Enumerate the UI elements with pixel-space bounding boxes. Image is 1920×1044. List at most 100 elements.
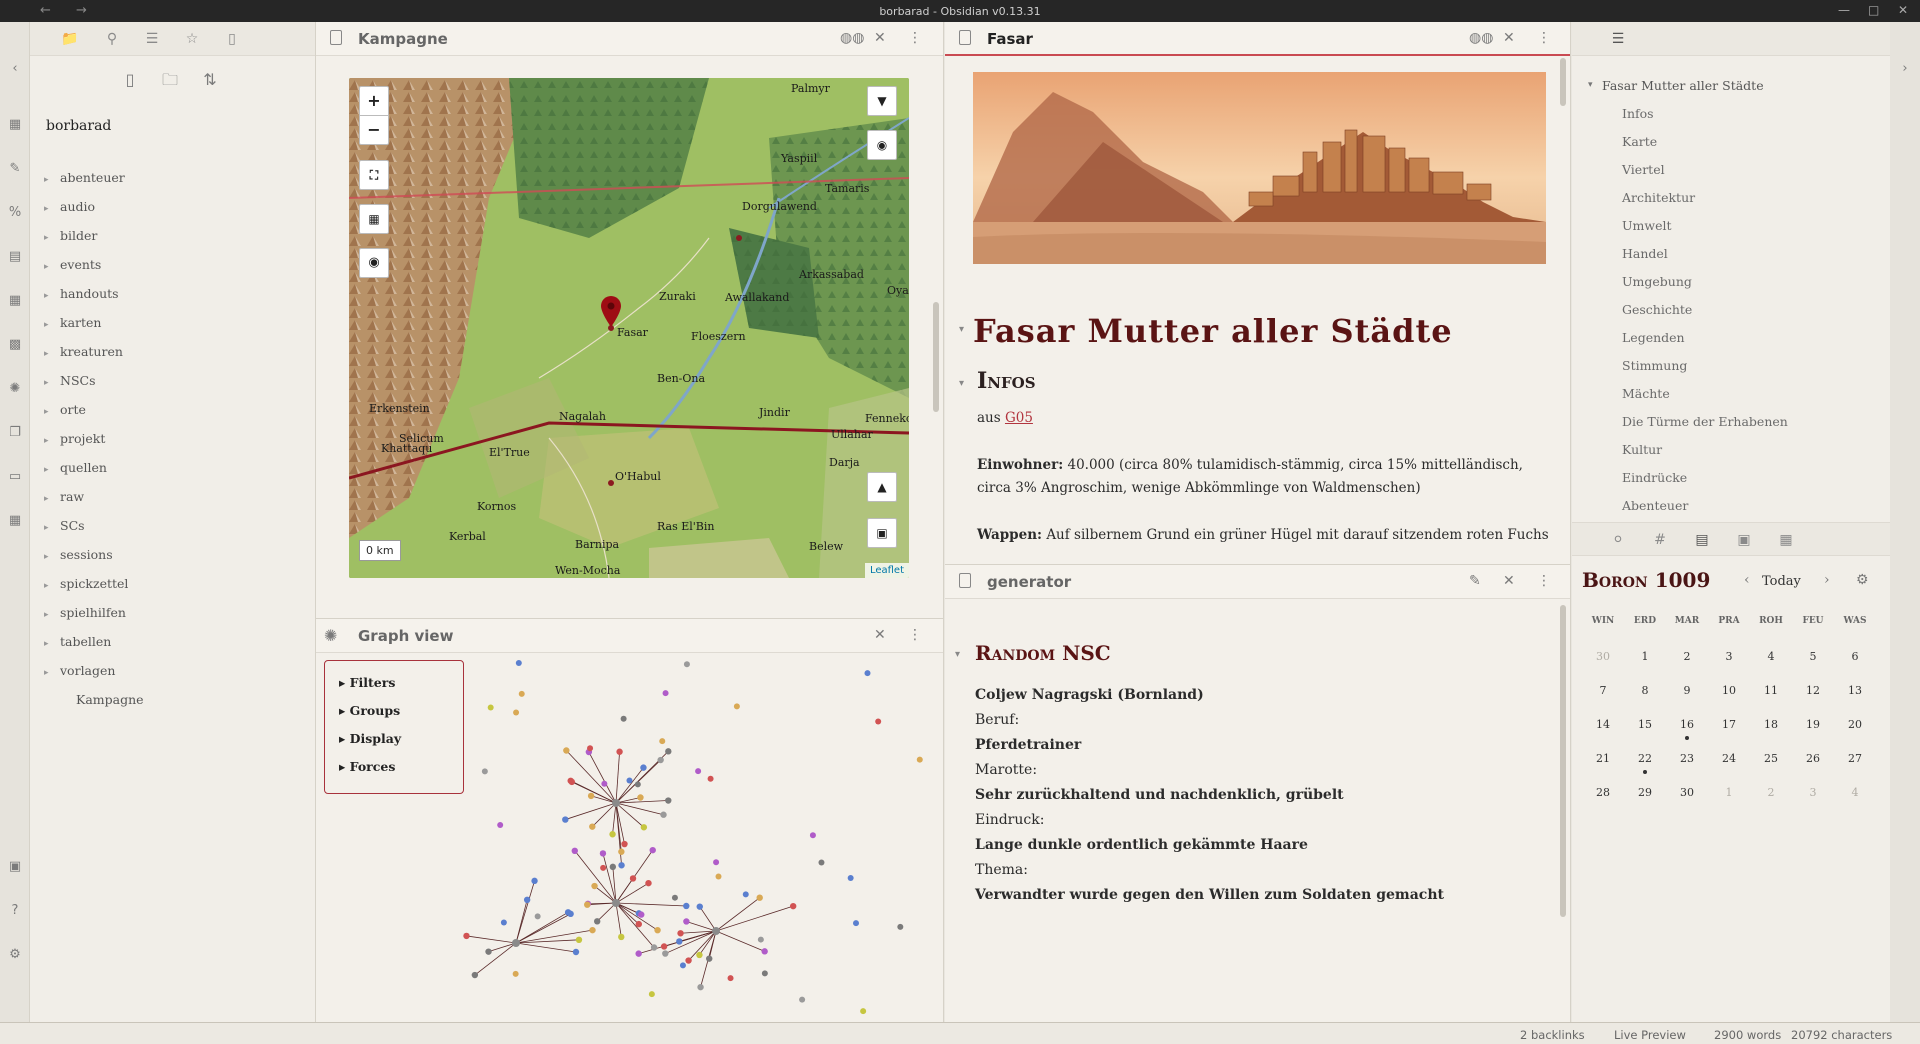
folder-item[interactable]: ▸ kreaturen: [44, 342, 123, 362]
more-options-icon[interactable]: ⋮: [1537, 30, 1551, 46]
outline-item[interactable]: Viertel: [1622, 162, 1665, 177]
calendar-day[interactable]: 13: [1840, 684, 1870, 697]
outline-item[interactable]: Architektur: [1622, 190, 1695, 205]
table-icon[interactable]: ▦: [1776, 530, 1796, 550]
filter-button[interactable]: ▼: [867, 86, 897, 116]
today-button[interactable]: Today: [1762, 574, 1801, 589]
maximize-button[interactable]: □: [1868, 3, 1879, 17]
map-icon[interactable]: ▦: [6, 116, 24, 134]
calendar-day[interactable]: 4: [1756, 650, 1786, 663]
new-note-icon[interactable]: ▯: [118, 68, 142, 92]
leaflet-attribution[interactable]: Leaflet: [864, 563, 909, 578]
folder-icon[interactable]: 📁: [60, 29, 80, 49]
outline-item[interactable]: Eindrücke: [1622, 470, 1687, 485]
filters-toggle[interactable]: ▸ Filters: [339, 675, 395, 690]
display-toggle[interactable]: ▸ Display: [339, 731, 401, 746]
shapes-button[interactable]: ▲: [867, 472, 897, 502]
reading-view-icon[interactable]: ◍◍: [1469, 30, 1493, 46]
locate-button[interactable]: ◉: [359, 248, 389, 278]
template-icon[interactable]: ▩: [6, 336, 24, 354]
collapse-right-icon[interactable]: ›: [1896, 60, 1914, 78]
calendar-day[interactable]: 12: [1798, 684, 1828, 697]
calendar-day[interactable]: 3: [1714, 650, 1744, 663]
scrollbar[interactable]: [1560, 605, 1566, 917]
folder-item[interactable]: ▸ events: [44, 255, 101, 275]
folder-item[interactable]: ▸ bilder: [44, 226, 97, 246]
zoom-out-button[interactable]: −: [359, 115, 389, 145]
more-options-icon[interactable]: ⋮: [1537, 573, 1551, 589]
more-options-icon[interactable]: ⋮: [908, 30, 922, 46]
calendar-day[interactable]: 29: [1630, 786, 1660, 799]
close-window-button[interactable]: ✕: [1898, 3, 1908, 17]
groups-toggle[interactable]: ▸ Groups: [339, 703, 400, 718]
outline-root[interactable]: Fasar Mutter aller Städte: [1602, 78, 1764, 93]
calendar-day[interactable]: 17: [1714, 718, 1744, 731]
calendar-day[interactable]: 8: [1630, 684, 1660, 697]
close-icon[interactable]: ✕: [1503, 30, 1515, 46]
outline-item[interactable]: Geschichte: [1622, 302, 1692, 317]
calendar-day[interactable]: 18: [1756, 718, 1786, 731]
folder-item[interactable]: ▸ abenteuer: [44, 168, 125, 188]
folder-item[interactable]: ▸ audio: [44, 197, 95, 217]
folder-item[interactable]: ▸ spielhilfen: [44, 603, 126, 623]
close-icon[interactable]: ✕: [874, 627, 886, 643]
calendar-day[interactable]: 3: [1798, 786, 1828, 799]
outline-item[interactable]: Umwelt: [1622, 218, 1672, 233]
outline-item[interactable]: Kultur: [1622, 442, 1662, 457]
calendar-day[interactable]: 27: [1840, 752, 1870, 765]
calendar-day[interactable]: 14: [1588, 718, 1618, 731]
calendar-day[interactable]: 1: [1714, 786, 1744, 799]
percent-icon[interactable]: %: [6, 204, 24, 222]
calendar-icon[interactable]: ▤: [1692, 530, 1712, 550]
outline-icon[interactable]: ☰: [1608, 29, 1628, 49]
file-item[interactable]: Kampagne: [76, 690, 144, 710]
outline-item[interactable]: Stimmung: [1622, 358, 1687, 373]
lock-button[interactable]: ◉: [867, 130, 897, 160]
folder-item[interactable]: ▸ SCs: [44, 516, 85, 536]
folder-item[interactable]: ▸ karten: [44, 313, 101, 333]
collapse-left-icon[interactable]: ‹: [6, 60, 24, 78]
backlinks-count[interactable]: 2 backlinks: [1520, 1028, 1585, 1042]
calendar-settings-icon[interactable]: ⚙: [1856, 572, 1869, 588]
outline-item[interactable]: Die Türme der Erhabenen: [1622, 414, 1788, 429]
calendar-day[interactable]: 16: [1672, 718, 1702, 731]
calendar-icon[interactable]: ▤: [6, 248, 24, 266]
calendar-day[interactable]: 30: [1588, 650, 1618, 663]
copy-icon[interactable]: ❐: [6, 424, 24, 442]
calendar-day[interactable]: 2: [1672, 650, 1702, 663]
calendar-day[interactable]: 7: [1588, 684, 1618, 697]
calendar-day[interactable]: 25: [1756, 752, 1786, 765]
calendar-day[interactable]: 19: [1798, 718, 1828, 731]
folder-item[interactable]: ▸ quellen: [44, 458, 107, 478]
help-icon[interactable]: ?: [6, 902, 24, 920]
outline-item[interactable]: Abenteuer: [1622, 498, 1688, 513]
search-icon[interactable]: ⚲: [102, 29, 122, 49]
zoom-in-button[interactable]: +: [359, 86, 389, 116]
slides-icon[interactable]: ▭: [6, 468, 24, 486]
fullscreen-button[interactable]: ⛶: [359, 160, 389, 190]
minimize-button[interactable]: —: [1838, 3, 1850, 17]
calendar-day[interactable]: 30: [1672, 786, 1702, 799]
calendar-day[interactable]: 15: [1630, 718, 1660, 731]
calendar-day[interactable]: 1: [1630, 650, 1660, 663]
folder-item[interactable]: ▸ tabellen: [44, 632, 111, 652]
leaflet-map[interactable]: Palmyr Yaspiil Tamaris Dorgulawend Arkas…: [349, 78, 909, 578]
collapse-icon[interactable]: ▾: [959, 324, 964, 335]
calendar-day[interactable]: 9: [1672, 684, 1702, 697]
calendar-day[interactable]: 20: [1840, 718, 1870, 731]
map-marker-icon[interactable]: [600, 296, 622, 328]
collapse-icon[interactable]: ▾: [955, 649, 960, 660]
table-icon[interactable]: ▦: [6, 292, 24, 310]
folder-item[interactable]: ▸ vorlagen: [44, 661, 115, 681]
prev-month-icon[interactable]: ‹: [1744, 572, 1750, 588]
folder-item[interactable]: ▸ handouts: [44, 284, 119, 304]
chat-icon[interactable]: ▣: [1734, 530, 1754, 550]
editor-mode[interactable]: Live Preview: [1614, 1028, 1686, 1042]
forces-toggle[interactable]: ▸ Forces: [339, 759, 395, 774]
settings-icon[interactable]: ⚙: [6, 946, 24, 964]
scrollbar[interactable]: [933, 302, 939, 412]
map-layers-button[interactable]: ▦: [359, 204, 389, 234]
calendar-day[interactable]: 2: [1756, 786, 1786, 799]
folder-item[interactable]: ▸ NSCs: [44, 371, 95, 391]
outline-item[interactable]: Legenden: [1622, 330, 1685, 345]
